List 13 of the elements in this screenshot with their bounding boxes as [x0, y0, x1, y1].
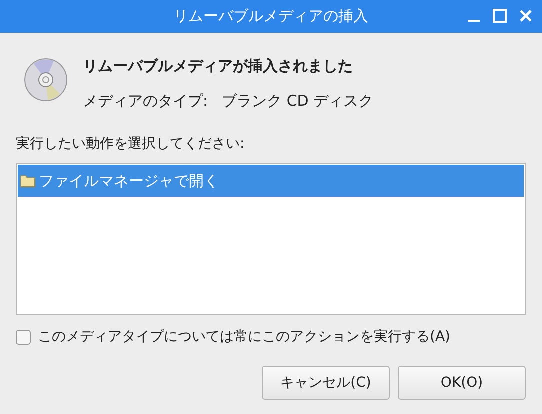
media-type-label: メディアのタイプ: [83, 90, 208, 112]
dialog-button[interactable]: OK(O) [398, 366, 526, 400]
dialog-heading: リムーバブルメディアが挿入されました [83, 56, 354, 77]
cd-icon [24, 58, 68, 102]
checkbox-label: このメディアタイプについては常にこのアクションを実行する(A) [38, 328, 451, 347]
maximize-icon[interactable] [492, 8, 508, 24]
folder-icon [20, 174, 36, 188]
window-title: リムーバブルメディアの挿入 [174, 6, 368, 28]
close-icon[interactable] [518, 8, 534, 24]
checkbox[interactable] [16, 330, 31, 345]
action-prompt: 実行したい動作を選択してください: [16, 135, 246, 154]
media-type-value: ブランク CD ディスク [222, 90, 374, 112]
dialog-button[interactable]: キャンセル(C) [262, 366, 390, 400]
